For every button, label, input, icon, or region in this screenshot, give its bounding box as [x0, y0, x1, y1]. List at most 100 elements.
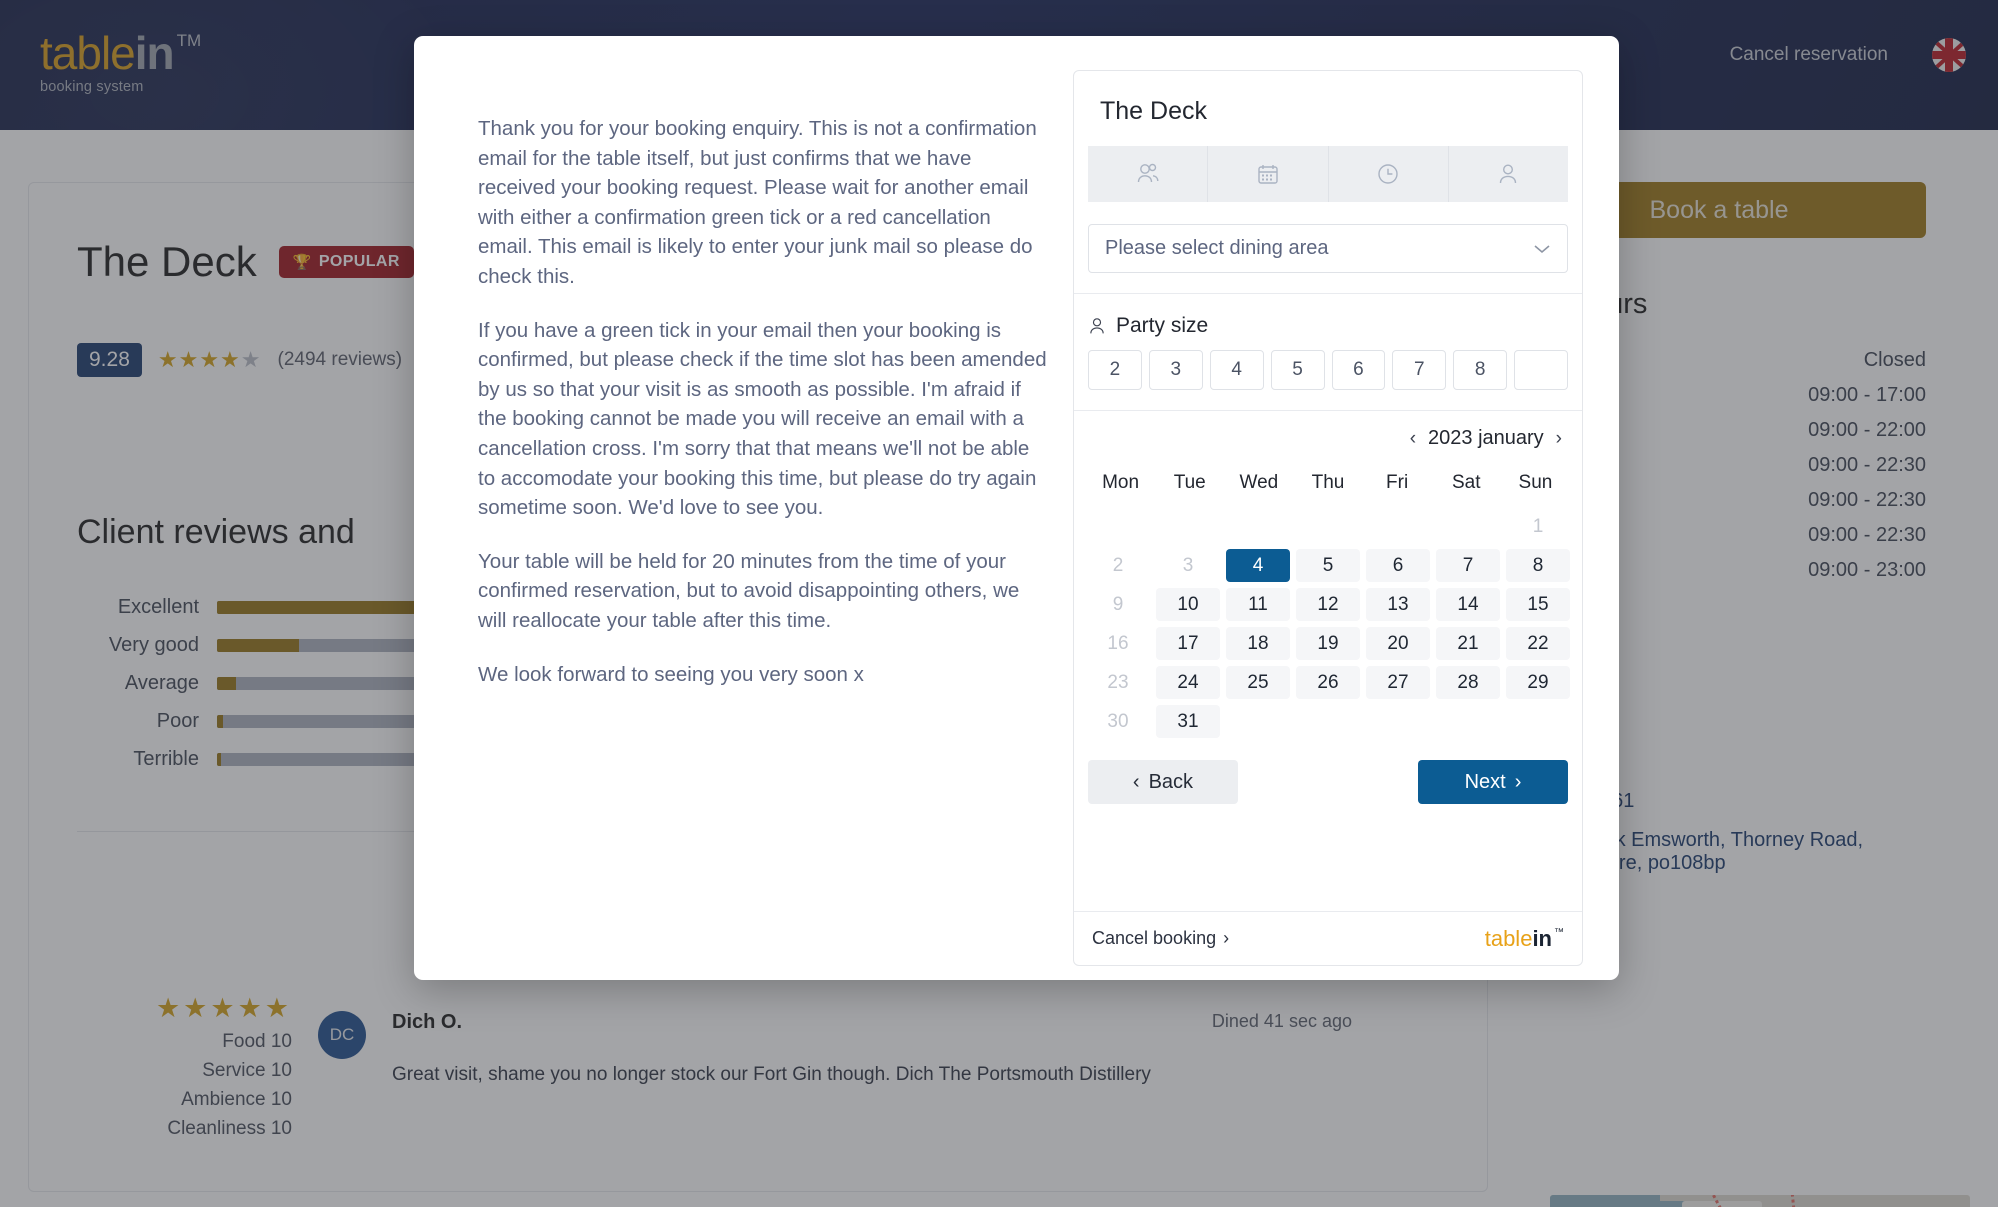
booking-modal: Thank you for your booking enquiry. This…: [414, 36, 1619, 980]
next-button[interactable]: Next ›: [1418, 760, 1568, 804]
calendar-day-20[interactable]: 20: [1366, 627, 1430, 660]
calendar-day-3: 3: [1182, 554, 1194, 576]
party-size-option[interactable]: 6: [1331, 350, 1386, 390]
widget-footer: Cancel booking › table in ™: [1074, 911, 1582, 965]
dining-area-select[interactable]: Please select dining area: [1088, 224, 1568, 273]
tab-details[interactable]: [1448, 146, 1568, 202]
calendar-cell-empty: [1366, 705, 1430, 738]
calendar-cell-empty: [1156, 510, 1220, 543]
calendar-day-21[interactable]: 21: [1436, 627, 1500, 660]
back-button[interactable]: ‹ Back: [1088, 760, 1238, 804]
back-button-label: Back: [1148, 770, 1194, 793]
person-icon: [1088, 316, 1106, 336]
info-paragraph-3: Your table will be held for 20 minutes f…: [478, 549, 1020, 632]
party-size-option-more[interactable]: [1514, 350, 1568, 390]
info-paragraph-1: Thank you for your booking enquiry. This…: [478, 117, 1037, 288]
calendar-day-15[interactable]: 15: [1506, 588, 1570, 621]
weekday-label: Wed: [1239, 472, 1279, 493]
calendar-day-11[interactable]: 11: [1226, 588, 1290, 621]
chevron-right-icon: ›: [1514, 770, 1522, 793]
calendar-day-27[interactable]: 27: [1366, 666, 1430, 699]
booking-info-text: Thank you for your booking enquiry. This…: [478, 114, 1050, 713]
calendar-day-5[interactable]: 5: [1296, 549, 1360, 582]
widget-restaurant-title: The Deck: [1100, 97, 1207, 125]
calendar-day-2: 2: [1112, 554, 1124, 576]
party-size-option[interactable]: 5: [1270, 350, 1325, 390]
calendar-day-10[interactable]: 10: [1156, 588, 1220, 621]
weekday-label: Tue: [1173, 472, 1206, 493]
info-paragraph-2: If you have a green tick in your email t…: [478, 318, 1047, 520]
calendar-day-14[interactable]: 14: [1436, 588, 1500, 621]
dining-area-value: Please select dining area: [1105, 237, 1329, 259]
calendar-cell-empty: [1366, 510, 1430, 543]
party-size-option[interactable]: 8: [1453, 350, 1508, 390]
chevron-left-icon[interactable]: ‹: [1410, 428, 1416, 450]
chevron-right-icon[interactable]: ›: [1556, 428, 1562, 450]
info-paragraph-4: We look forward to seeing you very soon …: [478, 662, 864, 686]
tablein-footer-logo: table in ™: [1484, 925, 1564, 951]
person-icon: [1497, 162, 1519, 186]
weekday-label: Thu: [1311, 472, 1345, 493]
calendar-day-29[interactable]: 29: [1506, 666, 1570, 699]
tab-party-size[interactable]: [1088, 146, 1209, 202]
calendar-weekday-header: Mon Tue Wed Thu Fri Sat Sun: [1074, 456, 1582, 502]
calendar-day-23: 23: [1107, 671, 1129, 693]
calendar-day-4[interactable]: 4: [1226, 549, 1290, 582]
party-size-label-row: Party size: [1074, 294, 1582, 350]
calendar-month-navigation: ‹ 2023 january ›: [1074, 411, 1582, 456]
calendar-day-19[interactable]: 19: [1296, 627, 1360, 660]
next-button-label: Next: [1464, 770, 1506, 793]
footer-logo-table-text: table: [1484, 925, 1533, 951]
weekday-label: Sun: [1518, 472, 1553, 493]
calendar-day-12[interactable]: 12: [1296, 588, 1360, 621]
calendar-day-grid: 1 2 3 4 5 6 7 8 9 10 11 12 13 14 15 16 17 18 19 20 21 22 23 24 2…: [1074, 502, 1582, 738]
chevron-down-icon: [1533, 243, 1551, 255]
calendar-cell-empty: [1436, 510, 1500, 543]
party-size-options: 2 3 4 5 6 7 8: [1074, 350, 1582, 410]
booking-widget: The Deck Please select dining area Party…: [1073, 70, 1583, 966]
party-size-option[interactable]: 3: [1148, 350, 1203, 390]
calendar-day-8[interactable]: 8: [1506, 549, 1570, 582]
calendar-cell-empty: [1506, 705, 1570, 738]
calendar-day-1: 1: [1532, 515, 1544, 537]
clock-icon: [1376, 162, 1400, 186]
cancel-booking-link[interactable]: Cancel booking ›: [1092, 928, 1229, 949]
calendar-cell-empty: [1086, 510, 1150, 543]
calendar-day-18[interactable]: 18: [1226, 627, 1290, 660]
calendar-cell-empty: [1296, 510, 1360, 543]
calendar-month-label: 2023 january: [1428, 427, 1544, 449]
widget-action-buttons: ‹ Back Next ›: [1074, 738, 1582, 822]
calendar-cell-empty: [1296, 705, 1360, 738]
calendar-day-13[interactable]: 13: [1366, 588, 1430, 621]
party-size-label: Party size: [1116, 314, 1209, 337]
footer-logo-tm-mark: ™: [1554, 926, 1564, 938]
calendar-day-22[interactable]: 22: [1506, 627, 1570, 660]
calendar-day-7[interactable]: 7: [1436, 549, 1500, 582]
weekday-label: Sat: [1452, 472, 1481, 493]
calendar-cell-empty: [1226, 705, 1290, 738]
calendar-icon: [1256, 162, 1280, 186]
calendar-day-25[interactable]: 25: [1226, 666, 1290, 699]
calendar-cell-empty: [1436, 705, 1500, 738]
chevron-right-icon: ›: [1223, 928, 1230, 948]
party-size-option[interactable]: 2: [1088, 350, 1142, 390]
calendar-day-9: 9: [1112, 593, 1124, 615]
party-size-option[interactable]: 4: [1209, 350, 1264, 390]
tab-date[interactable]: [1208, 146, 1329, 202]
chevron-left-icon: ‹: [1132, 770, 1140, 793]
calendar-day-26[interactable]: 26: [1296, 666, 1360, 699]
party-size-option[interactable]: 7: [1392, 350, 1447, 390]
party-icon: [1135, 162, 1161, 186]
weekday-label: Fri: [1386, 472, 1409, 493]
calendar-cell-empty: [1226, 510, 1290, 543]
calendar-day-28[interactable]: 28: [1436, 666, 1500, 699]
widget-step-tabs: [1088, 146, 1568, 202]
cancel-booking-label: Cancel booking: [1092, 928, 1217, 948]
calendar-day-31[interactable]: 31: [1156, 705, 1220, 738]
footer-logo-in-text: in: [1532, 925, 1552, 951]
calendar-day-24[interactable]: 24: [1156, 666, 1220, 699]
calendar-day-6[interactable]: 6: [1366, 549, 1430, 582]
calendar-day-17[interactable]: 17: [1156, 627, 1220, 660]
tab-time[interactable]: [1328, 146, 1449, 202]
calendar-day-30: 30: [1107, 710, 1129, 732]
